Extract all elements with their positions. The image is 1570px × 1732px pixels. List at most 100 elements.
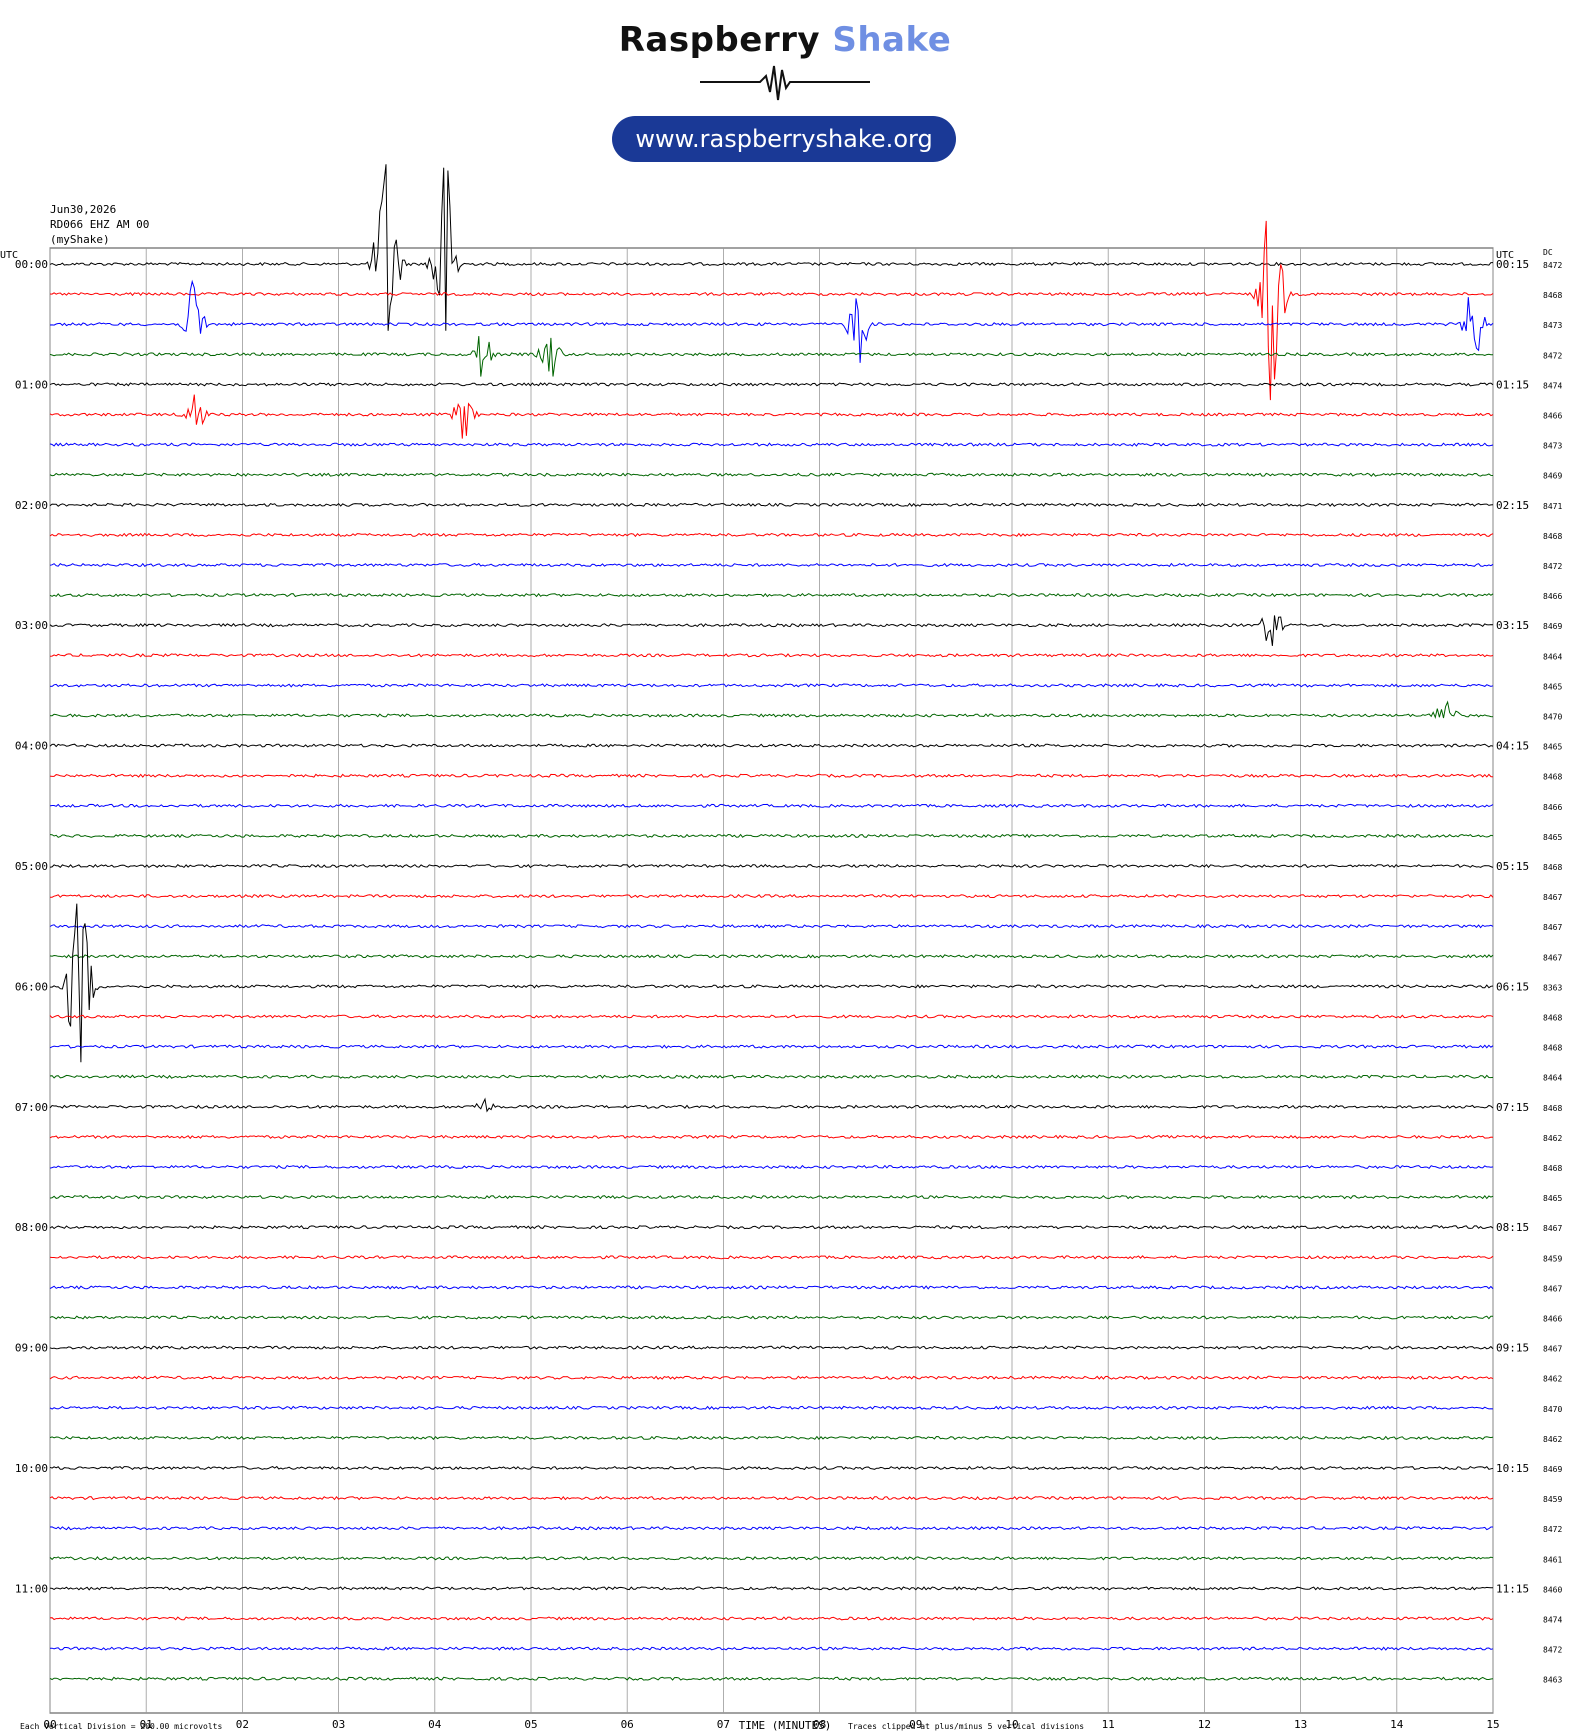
right-time-label: 04:15 bbox=[1496, 740, 1529, 753]
trace-line bbox=[49, 1345, 1494, 1350]
dc-value-label: 8461 bbox=[1543, 1555, 1562, 1564]
trace-line bbox=[49, 382, 1494, 387]
footer-clip-note: Traces clipped at plus/minus 5 vertical … bbox=[848, 1722, 1084, 1731]
left-time-label: 00:00 bbox=[15, 258, 48, 271]
dc-value-label: 8469 bbox=[1543, 622, 1562, 631]
dc-value-label: 8470 bbox=[1543, 713, 1562, 722]
left-time-label: 06:00 bbox=[15, 980, 48, 993]
right-time-label: 11:15 bbox=[1496, 1582, 1529, 1595]
left-time-label: 04:00 bbox=[15, 740, 48, 753]
trace-line bbox=[49, 562, 1494, 568]
dc-column-title: DC bbox=[1543, 248, 1553, 257]
dc-value-label: 8473 bbox=[1543, 442, 1562, 451]
trace-line bbox=[49, 1097, 1494, 1113]
trace-line bbox=[49, 803, 1494, 808]
left-time-label: 10:00 bbox=[15, 1462, 48, 1475]
dc-value-label: 8363 bbox=[1543, 983, 1562, 992]
trace-line bbox=[49, 592, 1494, 598]
dc-value-label: 8459 bbox=[1543, 1495, 1562, 1504]
dc-value-label: 8468 bbox=[1543, 1014, 1562, 1023]
trace-line bbox=[49, 1616, 1494, 1621]
dc-value-label: 8462 bbox=[1543, 1134, 1562, 1143]
right-time-label: 08:15 bbox=[1496, 1221, 1529, 1234]
dc-value-label: 8469 bbox=[1543, 1465, 1562, 1474]
right-time-label: 09:15 bbox=[1496, 1342, 1529, 1355]
trace-line bbox=[49, 442, 1494, 447]
footer-scale-note: Each Vertical Division = 200.00 microvol… bbox=[20, 1722, 222, 1731]
dc-value-label: 8468 bbox=[1543, 532, 1562, 541]
dc-value-label: 8472 bbox=[1543, 562, 1562, 571]
trace-line bbox=[49, 1495, 1494, 1501]
x-tick-label: 02 bbox=[236, 1718, 249, 1731]
dc-value-label: 8459 bbox=[1543, 1254, 1562, 1263]
dc-value-label: 8474 bbox=[1543, 1616, 1562, 1625]
dc-value-label: 8463 bbox=[1543, 1676, 1562, 1685]
helicorder-chart: 00 01 02 03 04 05 06 07 08 09 10 11 12 13 14 1584728468… bbox=[0, 164, 1562, 1732]
x-tick-label: 05 bbox=[524, 1718, 537, 1731]
trace-line bbox=[49, 833, 1494, 839]
dc-value-label: 8466 bbox=[1543, 592, 1562, 601]
dc-value-label: 8468 bbox=[1543, 773, 1562, 782]
dc-value-label: 8467 bbox=[1543, 953, 1562, 962]
trace-line bbox=[49, 863, 1494, 869]
x-tick-label: 13 bbox=[1294, 1718, 1307, 1731]
trace-line bbox=[49, 1375, 1494, 1380]
trace-line bbox=[49, 1044, 1494, 1049]
dc-value-label: 8467 bbox=[1543, 1224, 1562, 1233]
x-tick-label: 12 bbox=[1198, 1718, 1211, 1731]
right-axis-title: UTC bbox=[1496, 250, 1514, 261]
trace-line bbox=[49, 954, 1494, 959]
x-tick-label: 14 bbox=[1390, 1718, 1404, 1731]
trace-line bbox=[49, 532, 1494, 538]
right-time-label: 03:15 bbox=[1496, 619, 1529, 632]
trace-line bbox=[49, 1676, 1494, 1681]
trace-line bbox=[49, 1074, 1494, 1079]
left-time-label: 07:00 bbox=[15, 1101, 48, 1114]
left-time-label: 11:00 bbox=[15, 1582, 48, 1595]
dc-value-label: 8472 bbox=[1543, 351, 1562, 360]
x-tick-label: 15 bbox=[1486, 1718, 1499, 1731]
trace-line bbox=[49, 502, 1494, 507]
trace-line bbox=[49, 743, 1494, 748]
dc-value-label: 8468 bbox=[1543, 863, 1562, 872]
dc-value-label: 8472 bbox=[1543, 1525, 1562, 1534]
trace-line bbox=[49, 1255, 1494, 1260]
dc-value-label: 8468 bbox=[1543, 1104, 1562, 1113]
dc-value-label: 8465 bbox=[1543, 833, 1562, 842]
trace-line bbox=[49, 1285, 1494, 1290]
label-layer: 00 01 02 03 04 05 06 07 08 09 10 11 12 13 14 1584728468… bbox=[0, 248, 1562, 1732]
dc-value-label: 8466 bbox=[1543, 803, 1562, 812]
dc-value-label: 8472 bbox=[1543, 1646, 1562, 1655]
trace-line bbox=[49, 1465, 1494, 1471]
trace-line bbox=[49, 1134, 1494, 1140]
dc-value-label: 8466 bbox=[1543, 1315, 1562, 1324]
dc-value-label: 8465 bbox=[1543, 1194, 1562, 1203]
x-tick-label: 04 bbox=[428, 1718, 442, 1731]
left-time-label: 02:00 bbox=[15, 499, 48, 512]
trace-line bbox=[49, 1405, 1494, 1410]
right-time-label: 06:15 bbox=[1496, 980, 1529, 993]
trace-layer bbox=[49, 164, 1494, 1681]
left-time-label: 03:00 bbox=[15, 619, 48, 632]
dc-value-label: 8464 bbox=[1543, 1074, 1562, 1083]
dc-value-label: 8465 bbox=[1543, 743, 1562, 752]
trace-line bbox=[50, 700, 1494, 720]
left-time-label: 08:00 bbox=[15, 1221, 48, 1234]
dc-value-label: 8471 bbox=[1543, 502, 1562, 511]
dc-value-label: 8467 bbox=[1543, 893, 1562, 902]
trace-line bbox=[49, 1014, 1494, 1019]
right-time-label: 01:15 bbox=[1496, 378, 1529, 391]
dc-value-label: 8468 bbox=[1543, 1044, 1562, 1053]
trace-line bbox=[49, 924, 1494, 929]
right-time-label: 02:15 bbox=[1496, 499, 1529, 512]
trace-line bbox=[49, 1586, 1493, 1591]
x-tick-label: 03 bbox=[332, 1718, 345, 1731]
dc-value-label: 8465 bbox=[1543, 682, 1562, 691]
left-axis-title: UTC bbox=[0, 250, 18, 261]
trace-line bbox=[49, 1435, 1494, 1441]
dc-value-label: 8468 bbox=[1543, 1164, 1562, 1173]
trace-line bbox=[49, 773, 1494, 778]
plot-grid bbox=[49, 247, 1494, 1714]
dc-value-label: 8467 bbox=[1543, 923, 1562, 932]
dc-value-label: 8467 bbox=[1543, 1345, 1562, 1354]
